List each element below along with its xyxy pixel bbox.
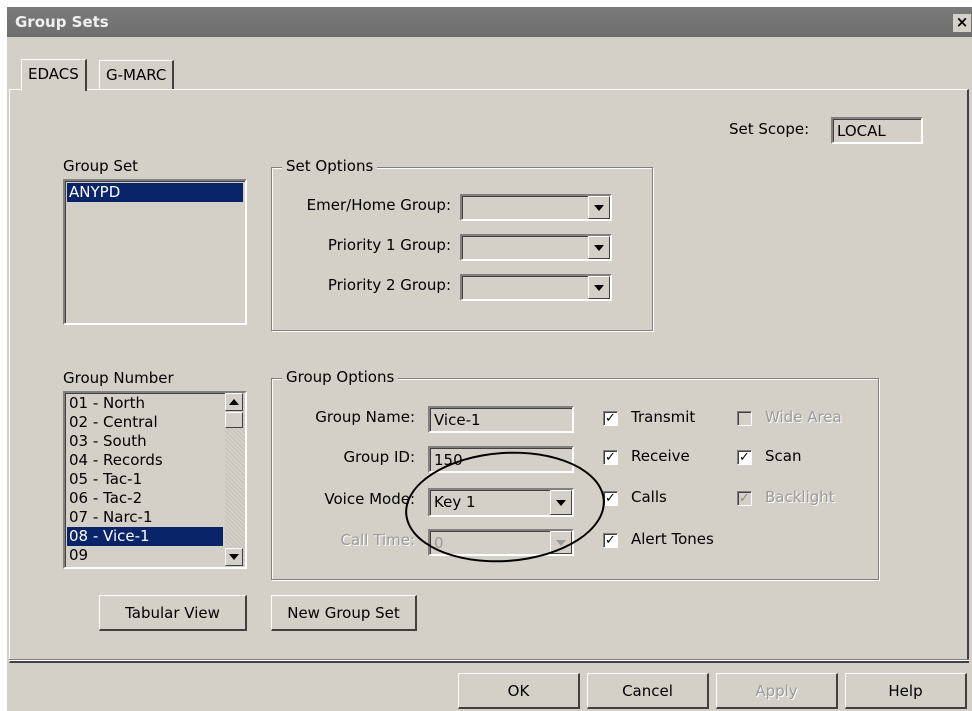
call-time-select: 0: [428, 529, 574, 556]
group-id-input[interactable]: 150: [428, 446, 574, 473]
priority-2-group-select[interactable]: [460, 274, 612, 301]
scroll-up-icon[interactable]: [225, 393, 243, 411]
list-item[interactable]: 06 - Tac-2: [67, 489, 223, 508]
list-item[interactable]: 05 - Tac-1: [67, 470, 223, 489]
group-set-list[interactable]: ANYPD: [63, 179, 247, 325]
footer-divider: [9, 659, 969, 661]
list-item[interactable]: 03 - South: [67, 432, 223, 451]
new-group-set-button[interactable]: New Group Set: [271, 595, 417, 631]
group-number-label: Group Number: [63, 369, 174, 387]
chevron-down-icon[interactable]: [588, 196, 610, 219]
priority-2-group-label: Priority 2 Group:: [327, 276, 451, 294]
calls-label: Calls: [631, 488, 667, 506]
wide-area-label: Wide Area: [765, 408, 842, 426]
group-id-label: Group ID:: [343, 448, 415, 466]
voice-mode-select[interactable]: Key 1: [428, 488, 574, 517]
calls-checkbox[interactable]: ✓: [603, 491, 618, 506]
scan-checkbox[interactable]: ✓: [737, 450, 752, 465]
wide-area-checkbox: [737, 411, 752, 426]
receive-checkbox[interactable]: ✓: [603, 450, 618, 465]
apply-button: Apply: [716, 673, 838, 709]
ok-button[interactable]: OK: [458, 673, 580, 709]
list-item[interactable]: 02 - Central: [67, 413, 223, 432]
chevron-down-icon: [550, 531, 572, 554]
group-set-label: Group Set: [63, 157, 139, 175]
receive-label: Receive: [631, 447, 690, 465]
title-bar[interactable]: Group Sets ×: [7, 7, 972, 37]
alert-tones-label: Alert Tones: [631, 530, 714, 548]
transmit-checkbox[interactable]: ✓: [603, 411, 618, 426]
group-number-list[interactable]: 01 - North 02 - Central 03 - South 04 - …: [63, 391, 247, 569]
list-item[interactable]: 07 - Narc-1: [67, 508, 223, 527]
set-scope-value: LOCAL: [837, 122, 886, 140]
help-button[interactable]: Help: [845, 673, 967, 709]
set-scope-label: Set Scope:: [729, 120, 810, 138]
group-sets-dialog: Group Sets × EDACS G-MARC Set Scope: LOC…: [6, 6, 972, 711]
transmit-label: Transmit: [631, 408, 696, 426]
list-item[interactable]: 01 - North: [67, 394, 223, 413]
emer-home-group-label: Emer/Home Group:: [306, 196, 451, 214]
call-time-label: Call Time:: [340, 531, 415, 549]
tab-g-marc[interactable]: G-MARC: [99, 60, 175, 90]
set-scope-field: LOCAL: [831, 117, 923, 144]
backlight-checkbox: ✓: [737, 491, 752, 506]
close-icon[interactable]: ×: [953, 14, 971, 32]
list-item[interactable]: 09: [67, 546, 223, 565]
group-options-title: Group Options: [282, 368, 399, 386]
tab-edacs[interactable]: EDACS: [21, 59, 87, 91]
alert-tones-checkbox[interactable]: ✓: [603, 533, 618, 548]
group-name-label: Group Name:: [315, 408, 415, 426]
set-options-title: Set Options: [282, 157, 378, 175]
scrollbar-thumb[interactable]: [225, 412, 243, 428]
cancel-button[interactable]: Cancel: [587, 673, 709, 709]
priority-1-group-select[interactable]: [460, 234, 612, 261]
emer-home-group-select[interactable]: [460, 194, 612, 221]
list-item[interactable]: 04 - Records: [67, 451, 223, 470]
tabular-view-button[interactable]: Tabular View: [99, 595, 247, 631]
window-title: Group Sets: [15, 13, 109, 31]
group-name-input[interactable]: Vice-1: [428, 406, 574, 433]
list-item[interactable]: ANYPD: [67, 183, 243, 202]
priority-1-group-label: Priority 1 Group:: [327, 236, 451, 254]
scroll-down-icon[interactable]: [225, 548, 243, 566]
list-item[interactable]: 08 - Vice-1: [67, 527, 223, 546]
chevron-down-icon[interactable]: [588, 236, 610, 259]
chevron-down-icon[interactable]: [588, 276, 610, 299]
scan-label: Scan: [765, 447, 802, 465]
chevron-down-icon[interactable]: [550, 490, 572, 515]
voice-mode-label: Voice Mode:: [324, 490, 415, 508]
backlight-label: Backlight: [765, 488, 835, 506]
